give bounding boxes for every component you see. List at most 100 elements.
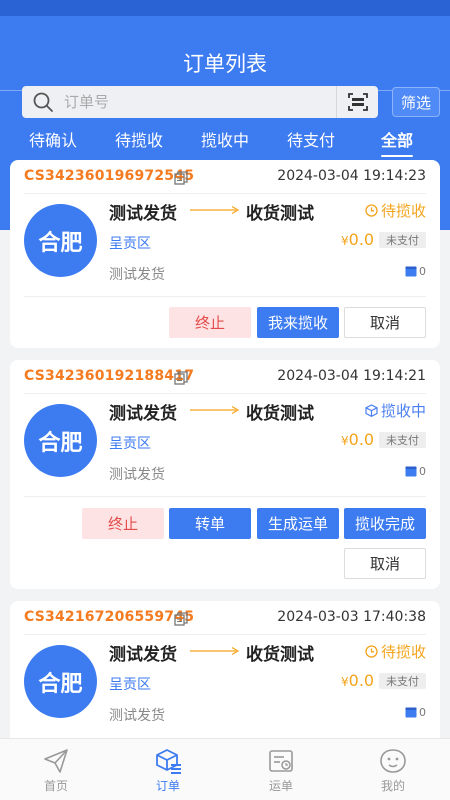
arrow-right-icon [190, 405, 240, 415]
tab-label: 全部 [380, 131, 414, 150]
status-text: 待揽收 [380, 643, 426, 661]
receiver-name: 收货测试 [246, 404, 314, 424]
price-value: 0.0 [348, 671, 375, 690]
order-header: CS342167206559745 2024-03-03 17:40:38 [10, 601, 440, 635]
tab-collecting[interactable]: 揽收中 [201, 128, 249, 154]
divider [24, 393, 426, 394]
copy-icon[interactable] [174, 171, 188, 185]
order-number: CS342360192188417 [24, 368, 195, 384]
tab-to-confirm[interactable]: 待确认 [29, 128, 77, 154]
order-note: 测试发货 [109, 467, 165, 483]
nav-item-orders[interactable]: 订单 [138, 739, 198, 800]
city-avatar: 合肥 [24, 645, 97, 718]
paper-plane-icon [44, 749, 68, 773]
filter-button[interactable]: 筛选 [392, 87, 440, 117]
cancel-button[interactable]: 取消 [344, 548, 426, 579]
arrow-right-icon [190, 646, 240, 656]
order-time: 2024-03-03 17:40:38 [277, 609, 426, 625]
price: ¥0.0 [341, 430, 374, 449]
nav-label: 订单 [155, 779, 180, 793]
package-icon [405, 707, 417, 718]
nav-label: 首页 [43, 779, 68, 793]
search-icon [33, 92, 53, 112]
terminate-button[interactable]: 终止 [169, 307, 251, 338]
currency-symbol: ¥ [341, 434, 349, 448]
price: ¥0.0 [341, 671, 374, 690]
currency-symbol: ¥ [341, 675, 349, 689]
package-count: 0 [405, 465, 426, 478]
currency-symbol: ¥ [341, 234, 349, 248]
order-header: CS342360196972545 2024-03-04 19:14:23 [10, 160, 440, 194]
transfer-button[interactable]: 转单 [169, 508, 251, 539]
tab-to-pay[interactable]: 待支付 [287, 128, 335, 154]
clock-icon [365, 645, 378, 658]
order-header: CS342360192188417 2024-03-04 19:14:21 [10, 360, 440, 394]
sender-name: 测试发货 [109, 204, 177, 224]
nav-item-home[interactable]: 首页 [26, 739, 86, 800]
payment-status: 未支付 [379, 232, 426, 248]
status-bar [0, 0, 450, 16]
complete-collection-button[interactable]: 揽收完成 [344, 508, 426, 539]
copy-icon[interactable] [174, 612, 188, 626]
status-badge: 待揽收 [365, 200, 426, 221]
city-avatar: 合肥 [24, 204, 97, 277]
collect-button[interactable]: 我来揽收 [257, 307, 339, 338]
status-text: 待揽收 [380, 202, 426, 220]
divider [24, 496, 426, 497]
page-title: 订单列表 [183, 52, 267, 76]
scan-button[interactable] [336, 86, 378, 118]
city-avatar: 合肥 [24, 404, 97, 477]
order-card[interactable]: CS342360192188417 2024-03-04 19:14:21 合肥… [10, 360, 440, 589]
cube-icon [365, 404, 378, 417]
package-count: 0 [405, 265, 426, 278]
status-text: 揽收中 [380, 402, 426, 420]
divider [24, 193, 426, 194]
order-time: 2024-03-04 19:14:23 [277, 168, 426, 184]
order-card[interactable]: CS342360196972545 2024-03-04 19:14:23 合肥… [10, 160, 440, 348]
order-time: 2024-03-04 19:14:21 [277, 368, 426, 384]
order-number: CS342167206559745 [24, 609, 195, 625]
search-box[interactable] [22, 86, 378, 118]
clock-icon [365, 204, 378, 217]
nav-label: 我的 [380, 779, 405, 793]
terminate-button[interactable]: 终止 [82, 508, 164, 539]
cancel-button[interactable]: 取消 [344, 307, 426, 338]
profile-face-icon [380, 749, 406, 773]
generate-waybill-button[interactable]: 生成运单 [257, 508, 339, 539]
package-count: 0 [405, 706, 426, 719]
package-icon [405, 266, 417, 277]
receiver-name: 收货测试 [246, 204, 314, 224]
search-input[interactable] [64, 86, 314, 118]
tab-label: 揽收中 [200, 131, 250, 150]
sender-name: 测试发货 [109, 645, 177, 665]
nav-label: 运单 [268, 779, 293, 793]
tab-label: 待揽收 [114, 131, 164, 150]
waybill-icon [269, 750, 293, 772]
copy-icon[interactable] [174, 371, 188, 385]
nav-item-profile[interactable]: 我的 [363, 739, 423, 800]
payment-status: 未支付 [379, 432, 426, 448]
tab-label: 待确认 [28, 131, 78, 150]
nav-item-waybill[interactable]: 运单 [251, 739, 311, 800]
receiver-name: 收货测试 [246, 645, 314, 665]
package-count-value: 0 [419, 706, 426, 719]
divider [24, 296, 426, 297]
active-tab-indicator [380, 155, 414, 157]
price: ¥0.0 [341, 230, 374, 249]
tab-all[interactable]: 全部 [380, 128, 414, 157]
tab-to-collect[interactable]: 待揽收 [115, 128, 163, 154]
package-count-value: 0 [419, 465, 426, 478]
package-icon [405, 466, 417, 477]
order-card[interactable]: CS342167206559745 2024-03-03 17:40:38 合肥… [10, 601, 440, 746]
district: 呈贡区 [109, 677, 151, 693]
order-box-icon [156, 749, 181, 774]
sender-name: 测试发货 [109, 404, 177, 424]
order-number: CS342360196972545 [24, 168, 195, 184]
payment-status: 未支付 [379, 673, 426, 689]
district: 呈贡区 [109, 436, 151, 452]
status-badge: 待揽收 [365, 641, 426, 662]
price-value: 0.0 [348, 430, 375, 449]
divider [24, 634, 426, 635]
package-count-value: 0 [419, 265, 426, 278]
bottom-nav: 首页 订单 运单 我的 [0, 738, 450, 800]
